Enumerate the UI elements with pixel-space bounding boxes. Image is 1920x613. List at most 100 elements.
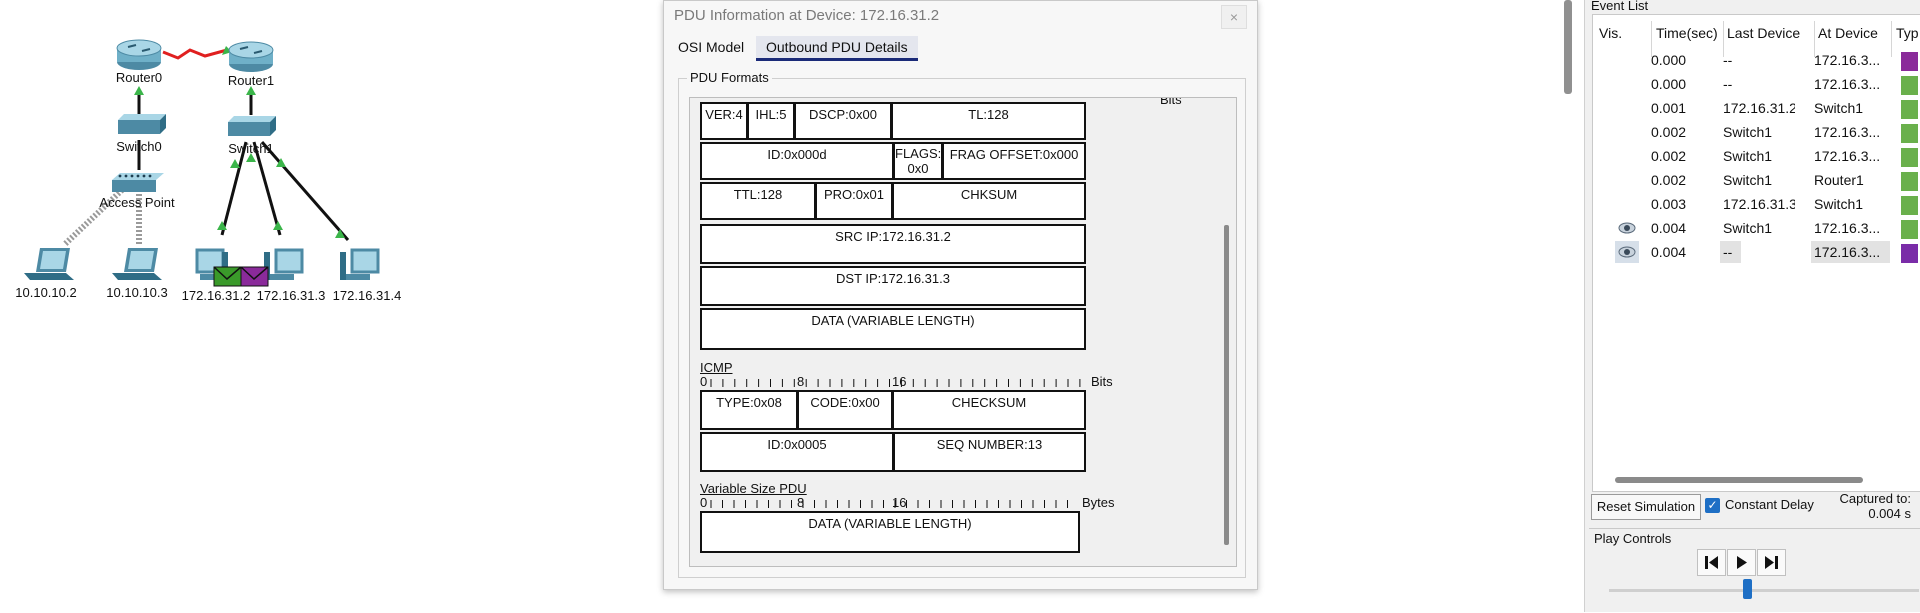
back-button[interactable]	[1697, 549, 1726, 576]
tab-osi-model[interactable]: OSI Model	[668, 36, 754, 58]
event-vis-cell[interactable]	[1615, 97, 1639, 119]
flags-value: 0x0	[907, 161, 929, 176]
pdu-formats-group: PDU Formats Bits VER:4 IHL:5 DSCP:0x00 T…	[678, 70, 1246, 578]
event-at-device-cell: 172.16.3...	[1814, 76, 1881, 92]
scrollbar-thumb[interactable]	[1224, 225, 1229, 545]
ip-field-ihl: IHL:5	[747, 102, 795, 140]
device-label: Router1	[227, 73, 275, 88]
constant-delay-label: Constant Delay	[1725, 497, 1814, 512]
column-header-time[interactable]: Time(sec)	[1656, 25, 1718, 41]
variable-pdu-data: DATA (VARIABLE LENGTH)	[700, 511, 1080, 553]
close-button[interactable]: ×	[1221, 5, 1247, 29]
ruler-tick-label: 0	[700, 374, 708, 389]
event-vis-cell[interactable]	[1615, 49, 1639, 71]
event-time-cell: 0.002	[1651, 148, 1687, 164]
laptop-10-10-10-2-icon[interactable]	[24, 248, 74, 280]
event-time-cell: 0.000	[1651, 52, 1687, 68]
constant-delay-checkbox[interactable]: ✓	[1705, 498, 1720, 513]
ruler-unit: Bits	[1091, 374, 1113, 389]
pdu-formats-scroll-area[interactable]: Bits VER:4 IHL:5 DSCP:0x00 TL:128 ID:0x0…	[689, 97, 1237, 567]
switch1-icon[interactable]	[228, 116, 276, 136]
pdu-formats-label: PDU Formats	[687, 70, 772, 85]
event-vis-cell[interactable]	[1615, 73, 1639, 95]
pdu-envelope-green-icon[interactable]	[213, 266, 242, 287]
column-header-type[interactable]: Typ	[1896, 25, 1919, 41]
event-vis-cell[interactable]	[1615, 217, 1639, 239]
icmp-field-seq: SEQ NUMBER:13	[893, 432, 1086, 472]
event-type-swatch	[1901, 220, 1918, 239]
access-point-icon[interactable]	[112, 173, 164, 192]
ip-field-ttl: TTL:128	[700, 182, 816, 220]
event-vis-cell[interactable]	[1615, 121, 1639, 143]
router1-icon[interactable]	[228, 41, 274, 72]
playback-speed-track[interactable]	[1609, 589, 1919, 592]
ip-field-pro: PRO:0x01	[815, 182, 893, 220]
flags-label: FLAGS:	[895, 146, 942, 161]
column-header-at-device[interactable]: At Device	[1818, 25, 1878, 41]
event-list-table[interactable]: Vis. Time(sec) Last Device At Device Typ…	[1592, 14, 1920, 492]
event-vis-cell[interactable]	[1615, 169, 1639, 191]
icmp-section-title: ICMP	[700, 360, 733, 375]
forward-button[interactable]	[1757, 549, 1786, 576]
event-row[interactable]: 0.000 -- 172.16.3...	[1593, 49, 1920, 71]
event-row[interactable]: 0.003 172.16.31.3 Switch1	[1593, 193, 1920, 215]
event-time-cell: 0.003	[1651, 196, 1687, 212]
reset-simulation-button[interactable]: Reset Simulation	[1591, 494, 1701, 520]
back-icon	[1705, 556, 1718, 569]
event-time-cell: 0.002	[1651, 172, 1687, 188]
device-label: Switch1	[228, 141, 274, 156]
column-header-vis[interactable]: Vis.	[1599, 25, 1622, 41]
event-last-device-cell: 172.16.31.2	[1723, 100, 1795, 116]
captured-to-value: 0.004 s	[1868, 506, 1911, 521]
event-at-device-cell: Switch1	[1814, 100, 1864, 116]
event-vis-cell[interactable]	[1615, 193, 1639, 215]
playback-speed-slider[interactable]	[1743, 579, 1752, 599]
icmp-field-id: ID:0x0005	[700, 432, 894, 472]
pc-172-16-31-4-icon[interactable]	[340, 248, 380, 280]
icmp-field-checksum: CHECKSUM	[892, 390, 1086, 430]
play-button[interactable]	[1727, 549, 1756, 576]
event-row[interactable]: 0.002 Switch1 172.16.3...	[1593, 145, 1920, 167]
event-type-swatch	[1901, 148, 1918, 167]
event-row[interactable]: 0.004 Switch1 172.16.3...	[1593, 217, 1920, 239]
event-row[interactable]: 0.000 -- 172.16.3...	[1593, 73, 1920, 95]
eye-icon	[1618, 222, 1636, 234]
laptop-10-10-10-3-icon[interactable]	[112, 248, 162, 280]
column-header-last-device[interactable]: Last Device	[1727, 25, 1800, 41]
ip-field-frag-offset: FRAG OFFSET:0x000	[942, 142, 1086, 180]
topology-canvas[interactable]	[0, 0, 660, 612]
serial-link	[162, 48, 228, 60]
pdu-vertical-scrollbar[interactable]	[1220, 98, 1234, 566]
event-list-group: Event List Vis. Time(sec) Last Device At…	[1587, 0, 1920, 492]
event-last-device-cell: 172.16.31.3	[1723, 196, 1795, 212]
event-last-device-cell: --	[1723, 52, 1733, 68]
ip-field-data: DATA (VARIABLE LENGTH)	[700, 308, 1086, 350]
device-label: 172.16.31.3	[256, 288, 326, 303]
router0-icon[interactable]	[116, 39, 162, 70]
event-vis-cell[interactable]	[1615, 241, 1639, 263]
event-last-device-cell: Switch1	[1723, 148, 1773, 164]
event-row[interactable]: 0.001 172.16.31.2 Switch1	[1593, 97, 1920, 119]
pc-172-16-31-3-icon[interactable]	[264, 248, 304, 280]
event-last-device-cell: Switch1	[1723, 220, 1773, 236]
workspace-vertical-scrollbar[interactable]	[1564, 0, 1572, 94]
logical-workspace[interactable]: Router0 Router1 Switch0 Switch1 Access P…	[0, 0, 660, 612]
event-last-device-cell: Switch1	[1723, 172, 1773, 188]
ruler-tick-label: 0	[700, 495, 708, 510]
event-at-device-cell: 172.16.3...	[1814, 52, 1881, 68]
event-row[interactable]: 0.004 -- 172.16.3...	[1593, 241, 1920, 263]
event-vis-cell[interactable]	[1615, 145, 1639, 167]
event-row[interactable]: 0.002 Switch1 172.16.3...	[1593, 121, 1920, 143]
event-type-swatch	[1901, 52, 1918, 71]
event-list-horizontal-scrollbar[interactable]	[1615, 477, 1863, 483]
play-controls-group: Play Controls	[1589, 528, 1920, 613]
tab-outbound-pdu-details[interactable]: Outbound PDU Details	[756, 36, 918, 61]
ip-field-chksum: CHKSUM	[892, 182, 1086, 220]
pdu-envelope-purple-icon[interactable]	[240, 266, 269, 287]
switch0-icon[interactable]	[118, 114, 166, 134]
event-row[interactable]: 0.002 Switch1 Router1	[1593, 169, 1920, 191]
event-at-device-cell: 172.16.3...	[1814, 124, 1881, 140]
eye-icon	[1618, 246, 1636, 258]
ip-field-dscp: DSCP:0x00	[794, 102, 892, 140]
event-type-swatch	[1901, 196, 1918, 215]
